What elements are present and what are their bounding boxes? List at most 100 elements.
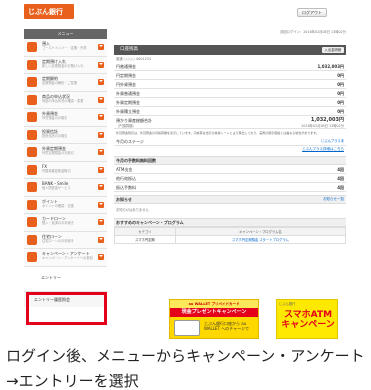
banner1-title: 現金プレゼントキャンペーン (170, 308, 258, 317)
statement-button[interactable]: 入出金明細 (321, 47, 344, 53)
account-title: 口座残高 (120, 47, 138, 52)
menu-item-icon (27, 234, 37, 245)
fee-label: 振込手数料 (116, 185, 136, 190)
chevron-down-icon[interactable] (98, 44, 104, 50)
menu-item-sub: 個人間送金サービス (42, 186, 71, 190)
stage-link[interactable]: じぶんプラス未 (321, 138, 344, 145)
chevron-down-icon[interactable] (98, 131, 104, 138)
banner1-top: au WALLET プリペイドカード (170, 300, 258, 308)
balance-row: 円普通預金 1,032,003円 (114, 62, 346, 71)
menu-item-sub: 新しい定期預金のお預け入れ (42, 63, 84, 68)
fee-value: 4回 (337, 167, 344, 172)
fee-value: 4回 (337, 176, 344, 181)
fee-row: ATM出金 4回 (114, 165, 346, 174)
sidebar-item-entry[interactable]: エントリー (24, 266, 107, 291)
balance-label: 外貨定期預金 (116, 100, 140, 105)
menu-item-sub: キャンペーン・アンケートへの参加 (42, 256, 93, 260)
sidebar-item[interactable]: キャンペーン・アンケート キャンペーン・アンケートへの参加 (24, 249, 107, 267)
chevron-down-icon[interactable] (98, 184, 104, 190)
balance-row: 円外貨預金 0円 (114, 80, 346, 89)
banner2-title: スマホATM キャンペーン (281, 310, 335, 330)
sidebar-item[interactable]: ポイント ポイントの確認・交換 (24, 196, 107, 214)
menu-item-icon (27, 164, 37, 175)
balance-list: 円普通預金 1,032,003円 円定期預金 0円 円外貨預金 0円 外貨普通預金 0円 外貨定… (114, 62, 346, 116)
logout-button[interactable]: ログアウト (297, 8, 327, 17)
au-wallet-banner[interactable]: au WALLET プリペイドカード 現金プレゼントキャンペーン じぶん銀行口座… (169, 299, 259, 339)
menu-item-sub: ポイントの確認・交換 (42, 203, 74, 208)
chevron-down-icon[interactable] (98, 236, 104, 243)
account-number: 普通 ○○○○ 0001234 (116, 57, 151, 61)
sidebar-item[interactable]: 商品の申込状況 商品の申込状況の確認・変更 (24, 91, 107, 109)
balance-value: 1,032,003円 (317, 64, 344, 69)
balance-label: 外貨積立預金 (116, 109, 140, 114)
notice-text: お知らせはありません (116, 208, 149, 212)
campaign-category: スマホ円定期 (114, 235, 176, 244)
total-row: 預かり資産総額合計 1,032,003円 （円換算額） 2016年02月08日 … (114, 116, 346, 129)
chevron-down-icon[interactable] (98, 254, 104, 260)
stage-detail-link[interactable]: じぶんプラス詳細はこちら (114, 146, 346, 153)
menu-item-sub: 外貨定期預金のお取引 (42, 151, 74, 155)
balance-label: 円定期預金 (116, 73, 136, 78)
menu-item-icon (27, 77, 37, 87)
campaign-col-category: カテゴリ (114, 227, 176, 236)
chevron-down-icon[interactable] (98, 149, 104, 155)
menu-item-icon (27, 42, 37, 52)
balance-row: 円定期預金 0円 (114, 71, 346, 80)
sidebar-item[interactable]: カードローン 借入・返済のお手続き (24, 214, 107, 232)
sidebar-item[interactable]: BANK・Smile 個人間送金サービス (24, 179, 107, 197)
balance-label: 外貨普通預金 (116, 91, 140, 96)
notice-label: お知らせ (116, 197, 132, 202)
sidebar-item[interactable]: 定期預け入れ 新しい定期預金のお預け入れ (24, 56, 107, 74)
sidebar-item[interactable]: 外貨定期預金 外貨定期預金のお取引 (24, 144, 107, 162)
entry-highlight-box (26, 292, 107, 325)
banner1-text: じぶん銀行口座から au WALLET へのチャージで (204, 321, 250, 331)
notice-list-link[interactable]: お知らせ一覧 (323, 196, 344, 203)
menu-item-icon (27, 147, 37, 157)
chevron-down-icon[interactable] (98, 201, 104, 208)
menu-item-icon (27, 59, 37, 70)
smartphone-atm-banner[interactable]: じぶん銀行 スマホATM キャンペーン (276, 299, 338, 339)
campaign-col-name: キャンペーン・プログラム名 (174, 227, 347, 236)
fee-label: 他行宛振込 (116, 176, 136, 181)
campaign-link[interactable]: スマホ円定期預金 スタートプログラム (174, 235, 347, 244)
balance-label: 円普通預金 (116, 64, 136, 69)
total-date: 2016年02月08日 13時02分 (301, 124, 344, 128)
menu-item-sub: 借入・返済のお手続き (42, 221, 74, 225)
balance-row: 外貨普通預金 0円 (114, 89, 346, 98)
bank-logo[interactable]: じぶん銀行 (24, 4, 74, 19)
balance-value: 0円 (337, 82, 344, 87)
stage-row: 今月のステージ じぶんプラス未 (114, 137, 346, 146)
balance-value: 0円 (337, 73, 344, 78)
chevron-down-icon[interactable] (98, 166, 104, 173)
campaign-heading: おすすめのキャンペーン・プログラム (114, 218, 346, 227)
notice-heading: お知らせ お知らせ一覧 (114, 195, 346, 204)
fee-value: 4回 (337, 185, 344, 190)
sidebar-item[interactable]: 外貨預金 外貨預金のお取引 (24, 109, 107, 127)
menu-item-icon (27, 217, 37, 227)
menu-item-sub: 投資信託のお取引 (42, 133, 68, 138)
sidebar-item[interactable]: 投資信託 投資信託のお取引 (24, 126, 107, 144)
sidebar-item[interactable]: 定期解約 定期預金の解約・ご変更 (24, 74, 107, 92)
chevron-down-icon[interactable] (98, 79, 104, 85)
fee-label: ATM出金 (116, 167, 133, 172)
sidebar-item[interactable]: 住宅ローン 住宅ローンのお手続き (24, 231, 107, 249)
fee-list: ATM出金 4回 他行宛振込 4回 振込手数料 4回 (114, 165, 346, 192)
menu-item-icon (27, 129, 37, 140)
stage-label: 今月のステージ (116, 139, 144, 144)
chevron-down-icon[interactable] (98, 61, 104, 68)
caption-text: ログイン後、メニューからキャンペーン・アンケート→エントリーを選択 (6, 347, 365, 390)
chevron-down-icon[interactable] (98, 219, 104, 225)
menu-item-icon (27, 112, 37, 122)
sidebar-item[interactable]: FX 外国為替証拠金取引 (24, 161, 107, 179)
menu-item-icon (27, 199, 37, 210)
balance-value: 0円 (337, 91, 344, 96)
menu-title: メニュー (24, 29, 107, 39)
chevron-down-icon[interactable] (98, 96, 104, 103)
table-row: スマホ円定期 スマホ円定期預金 スタートプログラム (114, 235, 347, 244)
last-login: 前回ログイン：2016年02月08日 13時02分 (280, 30, 346, 34)
banner2-logo: じぶん銀行 (279, 302, 296, 306)
chevron-down-icon[interactable] (98, 114, 104, 120)
fee-row: 他行宛振込 4回 (114, 174, 346, 183)
menu-item-sub: ゴールドメンバー・定期・外貨 (42, 46, 87, 50)
sidebar-item[interactable]: 預入 ゴールドメンバー・定期・外貨 (24, 39, 107, 57)
